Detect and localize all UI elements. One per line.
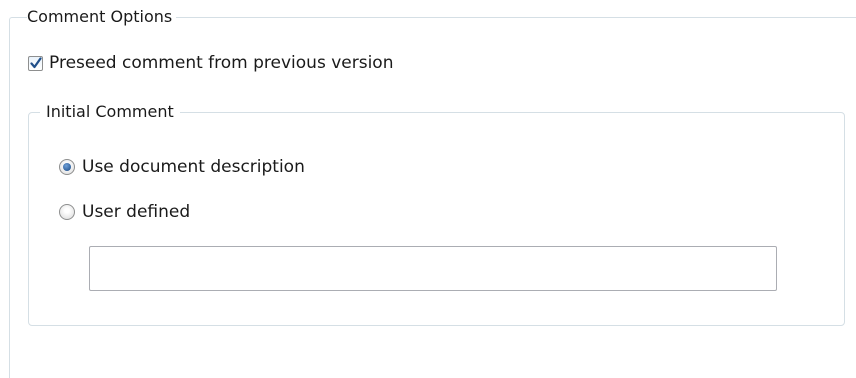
checkmark-icon (30, 56, 42, 68)
preseed-comment-label[interactable]: Preseed comment from previous version (49, 52, 393, 74)
initial-comment-label: Initial Comment (40, 102, 180, 122)
radio-user-defined[interactable]: User defined (59, 201, 190, 223)
radio-use-document-description-label[interactable]: Use document description (82, 156, 305, 178)
radio-user-defined-label[interactable]: User defined (82, 201, 190, 223)
radio-button-unselected[interactable] (59, 204, 75, 220)
preseed-comment-checkbox-row[interactable]: Preseed comment from previous version (28, 52, 393, 74)
user-defined-comment-input[interactable] (89, 246, 777, 291)
comment-options-label: Comment Options (27, 7, 177, 27)
preseed-comment-checkbox[interactable] (28, 55, 43, 71)
radio-dot-icon (63, 163, 71, 171)
radio-button-selected[interactable] (59, 159, 75, 175)
radio-use-document-description[interactable]: Use document description (59, 156, 305, 178)
